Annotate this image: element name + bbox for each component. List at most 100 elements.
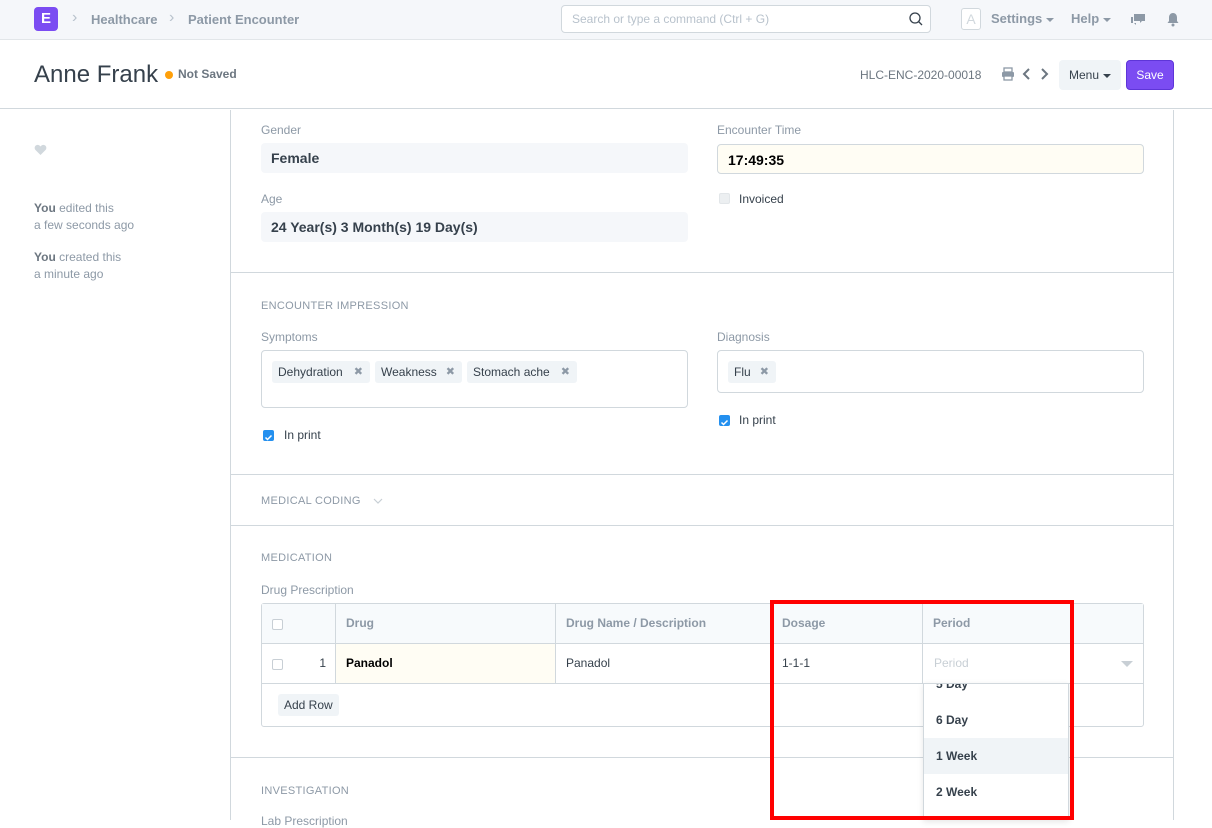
heart-icon[interactable] [34, 144, 47, 156]
symptom-tag-label: Weakness [381, 365, 437, 379]
print-icon[interactable] [1001, 67, 1015, 81]
caret-down-icon[interactable] [1121, 661, 1133, 667]
encounter-impression-section: ENCOUNTER IMPRESSION Symptoms Dehydratio… [231, 273, 1173, 475]
column-divider [771, 604, 772, 684]
drug-prescription-label: Drug Prescription [261, 583, 354, 597]
sidebar: You edited this a few seconds ago You cr… [0, 110, 230, 820]
user-avatar[interactable]: A [961, 8, 981, 30]
symptom-tag: Weakness ✖ [375, 361, 462, 383]
search-icon[interactable] [908, 11, 924, 27]
remove-tag-icon[interactable]: ✖ [760, 361, 769, 383]
breadcrumb-healthcare[interactable]: Healthcare [91, 12, 157, 27]
add-row-button[interactable]: Add Row [278, 694, 339, 716]
form-main: Gender Female Age 24 Year(s) 3 Month(s) … [230, 110, 1174, 828]
gender-label: Gender [261, 123, 302, 137]
breadcrumb-patient-encounter[interactable]: Patient Encounter [188, 12, 299, 27]
navbar: E › Healthcare › Patient Encounter A Set… [0, 0, 1212, 40]
symptoms-multiselect[interactable]: Dehydration ✖ Weakness ✖ Stomach ache ✖ [261, 350, 688, 408]
column-header-description: Drug Name / Description [556, 604, 772, 644]
encounter-time-label: Encounter Time [717, 123, 802, 137]
page-header: Anne Frank Not Saved HLC-ENC-2020-00018 … [0, 41, 1212, 109]
patient-details-section: Gender Female Age 24 Year(s) 3 Month(s) … [231, 110, 1173, 273]
chevron-right-icon[interactable] [1037, 67, 1051, 81]
gender-field: Female [261, 143, 688, 173]
dropdown-option-highlighted[interactable]: 1 Week [924, 738, 1068, 774]
activity-action: edited this [59, 201, 114, 215]
symptoms-in-print-checkbox[interactable] [263, 430, 274, 441]
search-bar [561, 5, 931, 33]
column-header-drug: Drug [336, 604, 556, 644]
description-cell[interactable]: Panadol [556, 644, 772, 684]
encounter-time-field[interactable]: 17:49:35 [717, 144, 1144, 174]
dropdown-option[interactable]: 5 Day [924, 684, 1068, 702]
select-all-checkbox[interactable] [272, 619, 283, 630]
period-input[interactable] [924, 645, 1074, 681]
page-title: Anne Frank [34, 61, 159, 88]
dropdown-option[interactable]: 2 Week [924, 774, 1068, 810]
table-header-select [262, 604, 336, 644]
chevron-right-icon: › [72, 9, 78, 26]
checkmark-icon [720, 419, 729, 426]
save-button[interactable]: Save [1126, 60, 1174, 90]
checkmark-icon [264, 434, 273, 441]
diagnosis-tag-label: Flu [734, 365, 751, 379]
activity-time: a minute ago [34, 267, 104, 281]
diagnosis-label: Diagnosis [717, 330, 770, 344]
symptom-tag: Dehydration ✖ [272, 361, 370, 383]
settings-label: Settings [991, 11, 1043, 26]
activity-user: You [34, 201, 56, 215]
dropdown-option[interactable]: 6 Day [924, 702, 1068, 738]
activity-item: You edited this a few seconds ago [34, 200, 134, 234]
row-index: 1 [319, 656, 326, 670]
symptoms-label: Symptoms [261, 330, 318, 344]
remove-tag-icon[interactable]: ✖ [561, 361, 570, 383]
lab-prescription-label: Lab Prescription [261, 814, 348, 828]
activity-time: a few seconds ago [34, 218, 135, 232]
chevron-down-icon[interactable] [373, 497, 383, 505]
diagnosis-tag: Flu ✖ [728, 361, 776, 383]
dosage-cell[interactable]: 1-1-1 [772, 644, 923, 684]
activity-user: You [34, 250, 56, 264]
app-logo[interactable]: E [34, 7, 58, 31]
status-indicator-dot [165, 71, 173, 79]
symptoms-in-print-label: In print [284, 428, 321, 442]
row-index-cell: 1 [262, 644, 336, 684]
chevron-left-icon[interactable] [1020, 67, 1034, 81]
remove-tag-icon[interactable]: ✖ [446, 361, 455, 383]
caret-down-icon [1103, 73, 1112, 78]
drug-cell[interactable]: Panadol [336, 644, 556, 684]
diagnosis-multiselect[interactable]: Flu ✖ [717, 350, 1144, 393]
activity-action: created this [59, 250, 122, 264]
period-dropdown: 5 Day 6 Day 1 Week 2 Week [923, 683, 1069, 820]
section-title-investigation: INVESTIGATION [261, 785, 350, 797]
section-title-encounter-impression: ENCOUNTER IMPRESSION [261, 300, 409, 312]
help-menu[interactable]: Help [1071, 11, 1112, 26]
invoiced-label: Invoiced [739, 192, 784, 206]
column-divider [555, 604, 556, 684]
search-input[interactable] [562, 6, 892, 32]
caret-down-icon [1103, 17, 1112, 22]
chat-icon[interactable] [1129, 10, 1147, 28]
column-divider [335, 604, 336, 684]
column-header-dosage: Dosage [772, 604, 923, 644]
period-select[interactable] [924, 645, 1143, 683]
medical-coding-section[interactable]: MEDICAL CODING [231, 475, 1173, 526]
invoiced-checkbox[interactable] [719, 193, 730, 204]
diagnosis-in-print-label: In print [739, 413, 776, 427]
settings-menu[interactable]: Settings [991, 11, 1055, 26]
diagnosis-in-print-checkbox[interactable] [719, 415, 730, 426]
caret-down-icon [1046, 17, 1055, 22]
symptom-tag-label: Dehydration [278, 365, 343, 379]
section-title-medical-coding[interactable]: MEDICAL CODING [261, 495, 361, 507]
column-divider [922, 604, 923, 684]
age-field: 24 Year(s) 3 Month(s) 19 Day(s) [261, 212, 688, 242]
remove-tag-icon[interactable]: ✖ [354, 361, 363, 383]
menu-button[interactable]: Menu [1059, 60, 1121, 90]
age-label: Age [261, 192, 283, 206]
column-header-period: Period [923, 604, 1143, 644]
chevron-right-icon: › [169, 9, 175, 26]
row-checkbox[interactable] [272, 659, 283, 670]
activity-item: You created this a minute ago [34, 249, 121, 283]
bell-icon[interactable] [1164, 10, 1182, 28]
symptom-tag-label: Stomach ache [473, 365, 550, 379]
